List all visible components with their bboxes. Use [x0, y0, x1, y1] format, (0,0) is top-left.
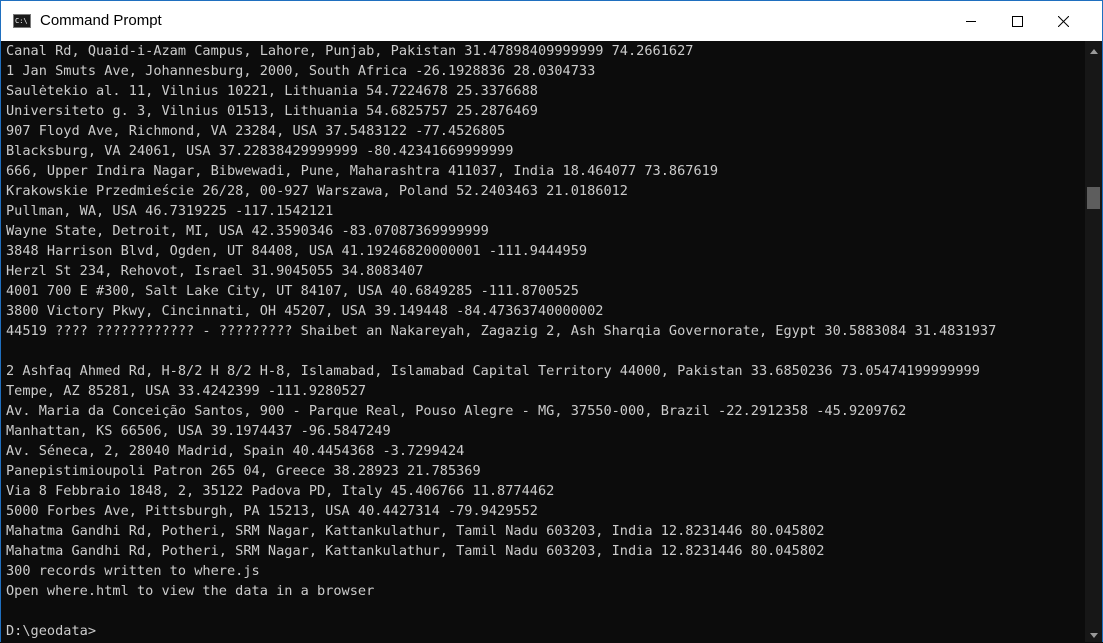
console-line: Canal Rd, Quaid-i-Azam Campus, Lahore, P…	[6, 43, 694, 59]
console-line: Via 8 Febbraio 1848, 2, 35122 Padova PD,…	[6, 483, 555, 499]
console-line: Saulėtekio al. 11, Vilnius 10221, Lithua…	[6, 83, 538, 99]
console-line: Manhattan, KS 66506, USA 39.1974437 -96.…	[6, 423, 391, 439]
scroll-down-button[interactable]	[1085, 625, 1102, 642]
console-line: 3848 Harrison Blvd, Ogden, UT 84408, USA…	[6, 243, 588, 259]
vertical-scrollbar[interactable]	[1085, 41, 1102, 642]
console-line: 44519 ???? ???????????? - ????????? Shai…	[6, 323, 997, 339]
minimize-button[interactable]	[948, 1, 994, 41]
console-line: Universiteto g. 3, Vilnius 01513, Lithua…	[6, 103, 538, 119]
console-line: 1 Jan Smuts Ave, Johannesburg, 2000, Sou…	[6, 63, 596, 79]
maximize-button[interactable]	[994, 1, 1040, 41]
console-line: Krakowskie Przedmieście 26/28, 00-927 Wa…	[6, 183, 628, 199]
console-line: 4001 700 E #300, Salt Lake City, UT 8410…	[6, 283, 579, 299]
console-line: 300 records written to where.js	[6, 563, 260, 579]
scroll-up-button[interactable]	[1085, 41, 1102, 58]
console-line: Blacksburg, VA 24061, USA 37.22838429999…	[6, 143, 514, 159]
console-line: Panepistimioupoli Patron 265 04, Greece …	[6, 463, 481, 479]
scroll-down-arrow-icon	[1089, 625, 1098, 643]
console-line: Mahatma Gandhi Rd, Potheri, SRM Nagar, K…	[6, 523, 825, 539]
scrollbar-thumb[interactable]	[1087, 187, 1100, 209]
console-line: Av. Maria da Conceição Santos, 900 - Par…	[6, 403, 907, 419]
console-line: 5000 Forbes Ave, Pittsburgh, PA 15213, U…	[6, 503, 538, 519]
console-lines: Canal Rd, Quaid-i-Azam Campus, Lahore, P…	[6, 41, 996, 641]
minimize-icon	[965, 16, 977, 27]
console-line: 2 Ashfaq Ahmed Rd, H-8/2 H 8/2 H-8, Isla…	[6, 363, 980, 379]
console-line: Av. Séneca, 2, 28040 Madrid, Spain 40.44…	[6, 443, 465, 459]
console-line: Pullman, WA, USA 46.7319225 -117.1542121	[6, 203, 334, 219]
console-line: 3800 Victory Pkwy, Cincinnati, OH 45207,…	[6, 303, 604, 319]
console-line: Herzl St 234, Rehovot, Israel 31.9045055…	[6, 263, 424, 279]
console-line: D:\geodata>	[6, 623, 97, 639]
close-icon	[1057, 15, 1069, 27]
console-line: Wayne State, Detroit, MI, USA 42.3590346…	[6, 223, 489, 239]
console-line: Mahatma Gandhi Rd, Potheri, SRM Nagar, K…	[6, 543, 825, 559]
console-line: 666, Upper Indira Nagar, Bibwewadi, Pune…	[6, 163, 719, 179]
console-line: 907 Floyd Ave, Richmond, VA 23284, USA 3…	[6, 123, 506, 139]
command-prompt-icon: C:\	[13, 14, 31, 28]
console-line: Open where.html to view the data in a br…	[6, 583, 375, 599]
scroll-up-arrow-icon	[1089, 41, 1098, 59]
title-bar[interactable]: C:\ Command Prompt	[1, 1, 1102, 41]
maximize-icon	[1011, 15, 1023, 27]
console-line: Tempe, AZ 85281, USA 33.4242399 -111.928…	[6, 383, 367, 399]
command-prompt-window: C:\ Command Prompt Canal Rd, Quaid-i-Aza…	[0, 0, 1103, 642]
window-title: Command Prompt	[40, 12, 162, 29]
close-button[interactable]	[1040, 1, 1086, 41]
console-output[interactable]: Canal Rd, Quaid-i-Azam Campus, Lahore, P…	[1, 41, 1085, 642]
